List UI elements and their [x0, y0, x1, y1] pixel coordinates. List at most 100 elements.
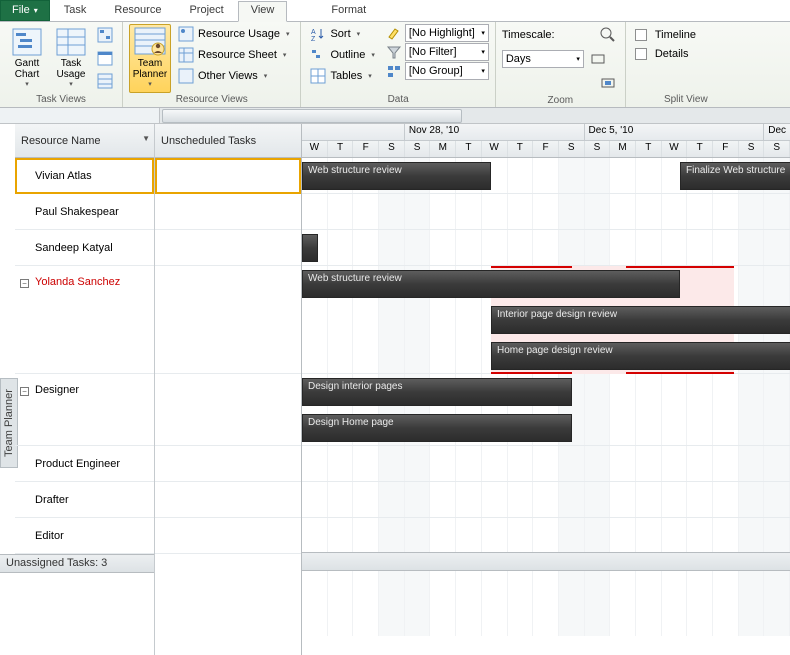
- unscheduled-cell[interactable]: [155, 230, 301, 266]
- timescale-value: Days: [506, 53, 531, 65]
- team-planner-label: TeamPlanner: [133, 58, 167, 80]
- resource-sheet-label: Resource Sheet: [198, 49, 277, 61]
- unscheduled-cell[interactable]: [155, 194, 301, 230]
- day-cell: S: [764, 141, 790, 158]
- zoom-entire-button[interactable]: [587, 48, 609, 70]
- resource-row[interactable]: Editor: [15, 518, 154, 554]
- tab-format[interactable]: Format: [317, 0, 380, 21]
- ribbon: GanttChart▾ TaskUsage▾ Task Views: [0, 22, 790, 108]
- resource-row[interactable]: −Yolanda Sanchez: [15, 266, 154, 374]
- unscheduled-cell[interactable]: [155, 158, 301, 194]
- tab-view[interactable]: View: [238, 1, 288, 22]
- zoom-button[interactable]: [597, 24, 619, 46]
- tables-label: Tables: [330, 70, 362, 82]
- resource-row[interactable]: Product Engineer: [15, 446, 154, 482]
- group-resource-views: TeamPlanner▾ Resource Usage▾ Resource Sh…: [123, 22, 301, 107]
- calendar-button[interactable]: [94, 47, 116, 69]
- task-bar[interactable]: Design Home page: [302, 414, 572, 442]
- ribbon-tabstrip: File▾ Task Resource Project View Format: [0, 0, 790, 22]
- overallocation-indicator: [626, 266, 734, 268]
- unscheduled-cell[interactable]: [155, 518, 301, 554]
- gantt-chart-button[interactable]: GanttChart▾: [6, 24, 48, 93]
- group-combo[interactable]: [No Group]▾: [405, 62, 489, 80]
- checkbox-icon: [635, 29, 647, 41]
- filter-combo[interactable]: [No Filter]▾: [405, 43, 489, 61]
- week-cell: Nov 28, '10: [405, 124, 585, 141]
- task-usage-button[interactable]: TaskUsage▾: [50, 24, 92, 93]
- unassigned-footer-right: [302, 552, 790, 571]
- team-planner-button[interactable]: TeamPlanner▾: [129, 24, 171, 93]
- timescale-header: Nov 28, '10 Dec 5, '10 Dec WTFSSMTWTFSSM…: [302, 124, 790, 158]
- day-cell: T: [636, 141, 662, 158]
- group-task-views: GanttChart▾ TaskUsage▾ Task Views: [0, 22, 123, 107]
- day-cell: S: [559, 141, 585, 158]
- resource-row[interactable]: Drafter: [15, 482, 154, 518]
- details-check[interactable]: Details: [632, 46, 740, 62]
- group-label-split-view: Split View: [632, 93, 740, 107]
- highlight-combo[interactable]: [No Highlight]▾: [405, 24, 489, 42]
- scroll-thumb[interactable]: [162, 109, 462, 123]
- group-data: AZSort▾ Outline▾ Tables▾ [No Highlight]▾…: [301, 22, 495, 107]
- group-split-view: Timeline Details Split View: [626, 22, 746, 107]
- sort-button[interactable]: AZSort▾: [307, 24, 379, 44]
- horizontal-scrollbar[interactable]: [0, 108, 790, 124]
- overallocation-indicator: [626, 372, 734, 374]
- resource-pane: Resource Name▼ Vivian Atlas Paul Shakesp…: [15, 124, 302, 655]
- outline-button[interactable]: Outline▾: [307, 45, 379, 65]
- team-planner-icon: [134, 27, 166, 57]
- task-bar[interactable]: Web structure review: [302, 162, 491, 190]
- task-bar[interactable]: Interior page design review: [491, 306, 790, 334]
- tab-project[interactable]: Project: [175, 0, 237, 21]
- day-cell: T: [508, 141, 534, 158]
- svg-text:Z: Z: [311, 36, 316, 42]
- group-label-task-views: Task Views: [6, 93, 116, 107]
- timescale-label: Timescale:: [502, 29, 555, 41]
- tables-button[interactable]: Tables▾: [307, 66, 379, 86]
- unscheduled-cell[interactable]: [155, 446, 301, 482]
- filter-dropdown-icon[interactable]: ▼: [142, 134, 150, 143]
- col-header-resource[interactable]: Resource Name▼: [15, 124, 154, 158]
- week-cell: [302, 124, 405, 141]
- task-bar[interactable]: Home page design review: [491, 342, 790, 370]
- timeline-check[interactable]: Timeline: [632, 27, 740, 43]
- day-cell: T: [687, 141, 713, 158]
- tab-resource[interactable]: Resource: [100, 0, 175, 21]
- network-diagram-button[interactable]: [94, 24, 116, 46]
- day-cell: M: [430, 141, 456, 158]
- resource-usage-button[interactable]: Resource Usage▾: [175, 24, 294, 44]
- resource-row[interactable]: −Designer: [15, 374, 154, 446]
- other-task-views-button[interactable]: [94, 70, 116, 92]
- other-views-button[interactable]: Other Views▾: [175, 66, 294, 86]
- other-views-label: Other Views: [198, 70, 258, 82]
- week-cell: Dec: [764, 124, 790, 141]
- zoom-selected-button[interactable]: [597, 72, 619, 94]
- unscheduled-cell[interactable]: [155, 482, 301, 518]
- group-label-resource-views: Resource Views: [129, 93, 294, 107]
- resource-sheet-icon: [178, 47, 194, 63]
- gantt-chart-label: GanttChart: [15, 58, 39, 80]
- unscheduled-cell[interactable]: [155, 266, 301, 374]
- day-cell: S: [379, 141, 405, 158]
- resource-row[interactable]: Vivian Atlas: [15, 158, 154, 194]
- task-bar[interactable]: Web structure review: [302, 270, 680, 298]
- timescale-combo[interactable]: Days▾: [502, 50, 584, 68]
- group-label-zoom: Zoom: [502, 94, 619, 108]
- day-cell: W: [482, 141, 508, 158]
- resource-row[interactable]: Sandeep Katyal: [15, 230, 154, 266]
- timeline-label: Timeline: [655, 29, 696, 41]
- resource-sheet-button[interactable]: Resource Sheet▾: [175, 45, 294, 65]
- tab-task[interactable]: Task: [50, 0, 101, 21]
- task-bar[interactable]: Finalize Web structure: [680, 162, 790, 190]
- unassigned-footer: Unassigned Tasks: 3: [0, 554, 154, 573]
- tab-file[interactable]: File▾: [0, 0, 50, 21]
- unscheduled-cell[interactable]: [155, 374, 301, 446]
- task-bar[interactable]: Design interior pages: [302, 378, 572, 406]
- sort-label: Sort: [330, 28, 350, 40]
- resource-row[interactable]: Paul Shakespear: [15, 194, 154, 230]
- collapse-icon[interactable]: −: [20, 279, 29, 288]
- filter-value: [No Filter]: [409, 46, 457, 58]
- resource-usage-icon: [178, 26, 194, 42]
- task-bar[interactable]: [302, 234, 318, 262]
- col-header-unscheduled[interactable]: Unscheduled Tasks: [155, 124, 301, 158]
- collapse-icon[interactable]: −: [20, 387, 29, 396]
